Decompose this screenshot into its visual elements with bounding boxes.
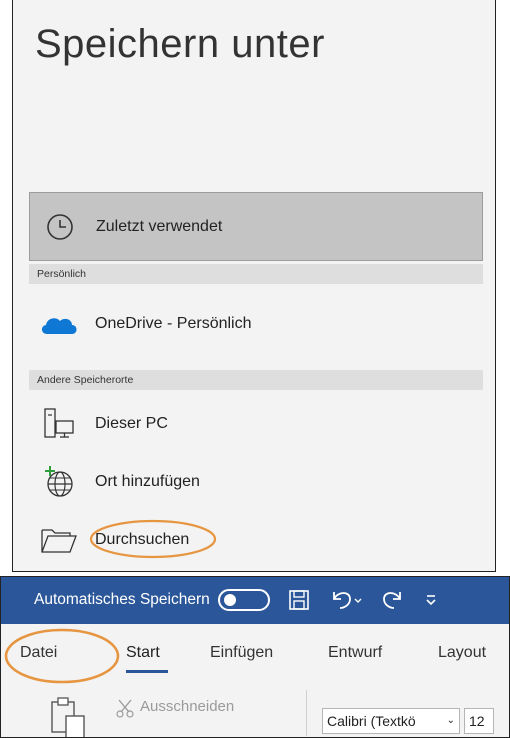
customize-qat-icon[interactable] (424, 592, 438, 608)
highlight-circle (89, 519, 217, 559)
recent-locations-item[interactable]: Zuletzt verwendet (29, 192, 483, 261)
toggle-knob (223, 594, 236, 606)
computer-icon (39, 406, 79, 442)
onedrive-label: OneDrive - Persönlich (95, 315, 252, 332)
font-size-select[interactable]: 12 (464, 708, 494, 734)
section-header-personal: Persönlich (29, 264, 483, 284)
ribbon-body: Ausschneiden Calibri (Textkö ⌄ 12 (0, 688, 510, 738)
folder-open-icon (39, 522, 79, 558)
this-pc-label: Dieser PC (95, 415, 168, 432)
page-title: Speichern unter (35, 22, 325, 66)
tab-entwurf[interactable]: Entwurf (328, 644, 382, 662)
title-bar: Automatisches Speichern (0, 576, 510, 624)
globe-add-icon (39, 464, 79, 500)
clock-icon (40, 209, 80, 245)
font-name-select[interactable]: Calibri (Textkö ⌄ (322, 708, 460, 734)
tab-start[interactable]: Start (126, 644, 160, 662)
add-place-item[interactable]: Ort hinzufügen (29, 456, 483, 508)
highlight-circle (4, 628, 120, 684)
redo-icon[interactable] (380, 588, 406, 612)
active-tab-indicator (126, 670, 168, 673)
section-header-other-locations: Andere Speicherorte (29, 370, 483, 390)
ribbon-tabs: Datei Start Einfügen Entwurf Layout (0, 624, 510, 688)
tab-einfuegen[interactable]: Einfügen (210, 644, 273, 662)
recent-label: Zuletzt verwendet (96, 217, 223, 235)
autosave-label: Automatisches Speichern (34, 591, 210, 608)
save-icon[interactable] (288, 589, 310, 611)
undo-icon[interactable] (328, 588, 362, 612)
group-divider (306, 690, 307, 736)
paste-icon[interactable] (48, 694, 88, 738)
word-ribbon: Automatisches Speichern Datei Start Einf… (0, 576, 510, 738)
font-name-value: Calibri (Textkö (327, 713, 416, 729)
save-as-panel: Speichern unter Zuletzt verwendet Persön… (12, 0, 496, 572)
onedrive-location-item[interactable]: OneDrive - Persönlich (29, 296, 483, 352)
tab-layout[interactable]: Layout (438, 644, 486, 662)
cut-label[interactable]: Ausschneiden (140, 698, 234, 715)
this-pc-item[interactable]: Dieser PC (29, 400, 483, 448)
autosave-toggle[interactable] (217, 589, 270, 611)
add-place-label: Ort hinzufügen (95, 473, 200, 490)
onedrive-cloud-icon (39, 306, 79, 342)
chevron-down-icon: ⌄ (446, 715, 455, 726)
scissors-icon[interactable] (116, 698, 134, 723)
